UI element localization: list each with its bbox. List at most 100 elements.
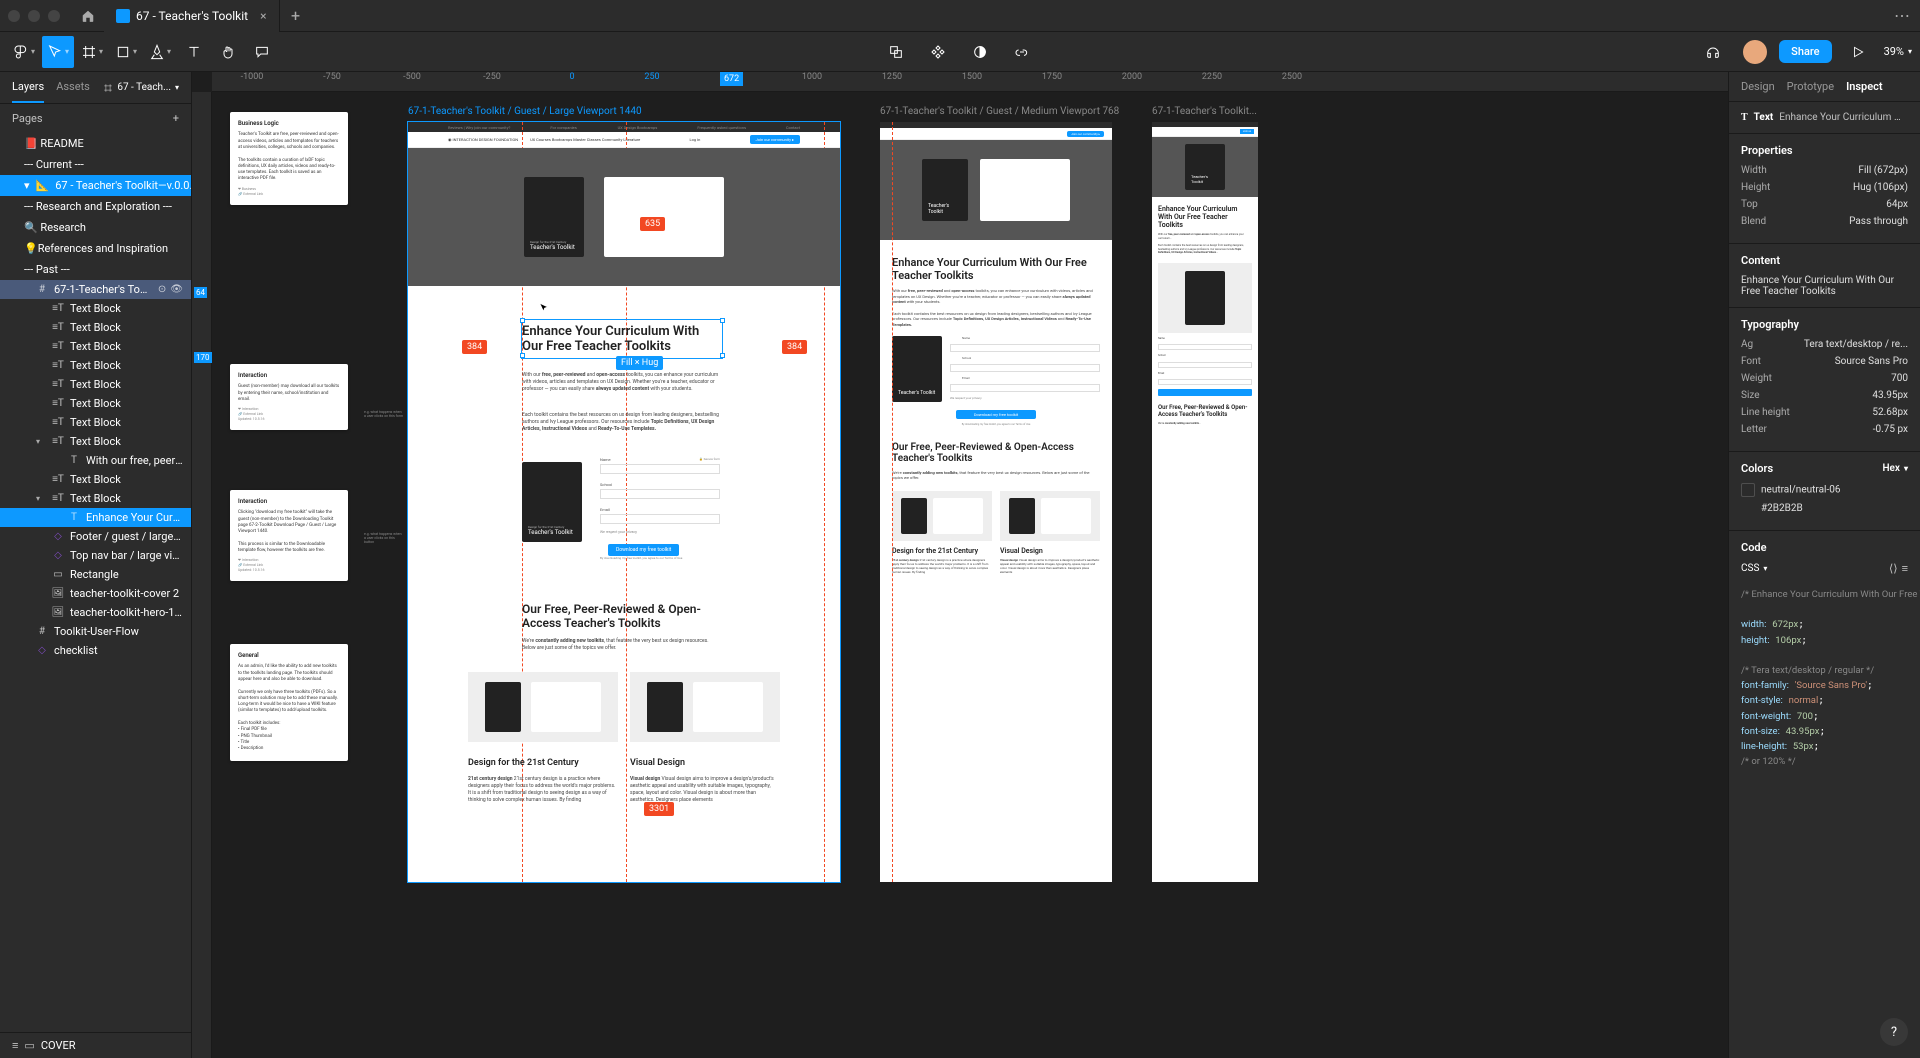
file-tab[interactable]: 67 - Teacher's Toolkit × — [104, 0, 280, 32]
content-section: Content Enhance Your Curriculum With Our… — [1729, 244, 1920, 308]
layer-item[interactable]: 🖼teacher-toolkit-cover 2 — [0, 584, 191, 603]
canvas[interactable]: Business Logic Teacher's Toolkit are fre… — [212, 92, 1728, 1058]
layer-item[interactable]: ▾≡TText Block — [0, 489, 191, 508]
layer-item[interactable]: ≡TText Block — [0, 413, 191, 432]
bottom-layer-row[interactable]: ≡ ▭ COVER — [0, 1032, 191, 1058]
minimize-window[interactable] — [28, 10, 40, 22]
layer-item[interactable]: ◇Footer / guest / large viewport — [0, 527, 191, 546]
note-interaction-1[interactable]: Interaction Guest (non-member) may downl… — [230, 364, 348, 430]
spacing-badge: 384 — [782, 340, 807, 354]
page-item[interactable]: --- Current --- — [0, 154, 191, 175]
layer-item[interactable]: ≡TText Block — [0, 356, 191, 375]
page-selector[interactable]: 67 - Teach... ▾ — [103, 80, 179, 103]
layers-tab[interactable]: Layers — [12, 80, 44, 103]
shape-tool[interactable]: ▾ — [110, 36, 142, 68]
page-item[interactable]: --- Past --- — [0, 259, 191, 280]
canvas-wrapper: -1000-750-500-25002505001000125015001750… — [192, 72, 1728, 1058]
selected-text-layer[interactable]: Enhance Your Curriculum With Our Free Te… — [522, 320, 722, 358]
main-menu[interactable]: ▾ — [8, 36, 40, 68]
layer-item[interactable]: TEnhance Your Curriculum... — [0, 508, 191, 527]
code-view-icon[interactable]: ⟨⟩ — [1889, 562, 1898, 575]
code-lang-select[interactable]: CSS▾ — [1741, 563, 1767, 574]
move-tool[interactable]: ▾ — [42, 36, 74, 68]
component-icon[interactable] — [922, 36, 954, 68]
page-item[interactable]: 📕 README — [0, 133, 191, 154]
contrast-icon[interactable] — [964, 36, 996, 68]
pen-tool[interactable]: ▾ — [144, 36, 176, 68]
layer-item[interactable]: 🖼teacher-toolkit-hero-1440×4... — [0, 603, 191, 622]
layer-item[interactable]: ≡TText Block — [0, 318, 191, 337]
layer-item[interactable]: ≡TText Block — [0, 299, 191, 318]
mask-icon[interactable] — [880, 36, 912, 68]
close-window[interactable] — [8, 10, 20, 22]
frame-tool[interactable]: ▾ — [76, 36, 108, 68]
artboard-medium-768[interactable]: 67-1-Teacher's Toolkit / Guest / Medium … — [880, 122, 1112, 882]
layer-item[interactable]: ◇checklist — [0, 641, 191, 660]
assets-tab[interactable]: Assets — [56, 80, 90, 103]
toolbar-center — [880, 36, 1040, 68]
zoom-control[interactable]: 39%▾ — [1884, 45, 1912, 58]
layers-list: #67-1-Teacher's Toolkit / ...⊙👁≡TText Bl… — [0, 280, 191, 1032]
layer-item[interactable]: ◇Top nav bar / large viewport / ... — [0, 546, 191, 565]
spacing-badge: 635 — [640, 217, 665, 231]
colors-section: Colors Hex▾ neutral/neutral-06 #2B2B2B — [1729, 452, 1920, 531]
close-tab-icon[interactable]: × — [260, 9, 266, 23]
layer-item[interactable]: TWith our free, peer-revie... — [0, 451, 191, 470]
overflow-menu[interactable]: ⋯ — [1894, 6, 1912, 25]
layer-item[interactable]: ≡TText Block — [0, 394, 191, 413]
new-tab-button[interactable]: + — [280, 6, 312, 25]
artboard-label[interactable]: 67-1-Teacher's Toolkit / Guest / Medium … — [880, 106, 1119, 117]
right-panel: Design Prototype Inspect T Text Enhance … — [1728, 72, 1920, 1058]
toolbar: ▾ ▾ ▾ ▾ ▾ Share 39%▾ — [0, 32, 1920, 72]
layer-item[interactable]: ≡TText Block — [0, 470, 191, 489]
headphones-icon[interactable] — [1697, 36, 1729, 68]
window-controls — [8, 10, 60, 22]
inspect-tab[interactable]: Inspect — [1846, 80, 1883, 101]
layer-item[interactable]: ≡TText Block — [0, 337, 191, 356]
tab-title: 67 - Teacher's Toolkit — [136, 9, 248, 23]
add-page-button[interactable]: + — [173, 112, 179, 125]
artboard-large-1440[interactable]: 67-1-Teacher's Toolkit / Guest / Large V… — [408, 122, 840, 882]
note-general[interactable]: General As an admin, I'd like the abilit… — [230, 644, 348, 761]
hand-tool[interactable] — [212, 36, 244, 68]
comment-tool[interactable] — [246, 36, 278, 68]
share-button[interactable]: Share — [1779, 40, 1831, 63]
page-item[interactable]: ▾📐 67 - Teacher's Toolkit—v.0.0.1 — [0, 175, 191, 196]
page-item[interactable]: --- Research and Exploration --- — [0, 196, 191, 217]
artboard-small[interactable]: 67-1-Teacher's Toolkit... ☰Join us Teach… — [1152, 122, 1258, 882]
artboard-label[interactable]: 67-1-Teacher's Toolkit... — [1152, 106, 1257, 117]
note-interaction-2[interactable]: Interaction Clicking "download my free t… — [230, 490, 348, 581]
layer-item[interactable]: #67-1-Teacher's Toolkit / ...⊙👁 — [0, 280, 191, 299]
ruler-vertical: 64 170 — [192, 92, 212, 1058]
layer-item[interactable]: #Toolkit-User-Flow — [0, 622, 191, 641]
design-tab[interactable]: Design — [1741, 80, 1775, 101]
help-button[interactable]: ? — [1880, 1018, 1908, 1046]
page-item[interactable]: 💡References and Inspiration — [0, 238, 191, 259]
page-item[interactable]: 🔍 Research — [0, 217, 191, 238]
home-button[interactable] — [72, 0, 104, 32]
spacing-badge: 384 — [462, 340, 487, 354]
pages-header: Pages + — [0, 104, 191, 133]
link-icon[interactable] — [1006, 36, 1038, 68]
prototype-tab[interactable]: Prototype — [1787, 80, 1834, 101]
maximize-window[interactable] — [48, 10, 60, 22]
present-button[interactable] — [1844, 38, 1872, 66]
titlebar: 67 - Teacher's Toolkit × + ⋯ — [0, 0, 1920, 32]
layer-item[interactable]: ▾≡TText Block — [0, 432, 191, 451]
layer-item[interactable]: ▭Rectangle — [0, 565, 191, 584]
code-list-icon[interactable]: ≡ — [1902, 562, 1908, 575]
code-section: Code CSS▾ ⟨⟩ ≡ — [1729, 531, 1920, 579]
pages-list: 📕 README--- Current ---▾📐 67 - Teacher's… — [0, 133, 191, 280]
artboard-label[interactable]: 67-1-Teacher's Toolkit / Guest / Large V… — [408, 106, 642, 117]
code-output[interactable]: /* Enhance Your Curriculum With Our Free… — [1729, 579, 1920, 777]
typography-section: Typography AgTera text/desktop / re...Fo… — [1729, 308, 1920, 452]
user-avatar[interactable] — [1743, 40, 1767, 64]
ruler-horizontal: -1000-750-500-25002505001000125015001750… — [212, 72, 1728, 92]
text-tool[interactable] — [178, 36, 210, 68]
note-business-logic[interactable]: Business Logic Teacher's Toolkit are fre… — [230, 112, 348, 205]
properties-section: Properties WidthFill (672px)HeightHug (1… — [1729, 134, 1920, 244]
left-panel: Layers Assets 67 - Teach... ▾ Pages + 📕 … — [0, 72, 192, 1058]
toolbar-right: Share 39%▾ — [1697, 36, 1912, 68]
layer-item[interactable]: ≡TText Block — [0, 375, 191, 394]
color-mode-select[interactable]: Hex▾ — [1882, 463, 1908, 474]
